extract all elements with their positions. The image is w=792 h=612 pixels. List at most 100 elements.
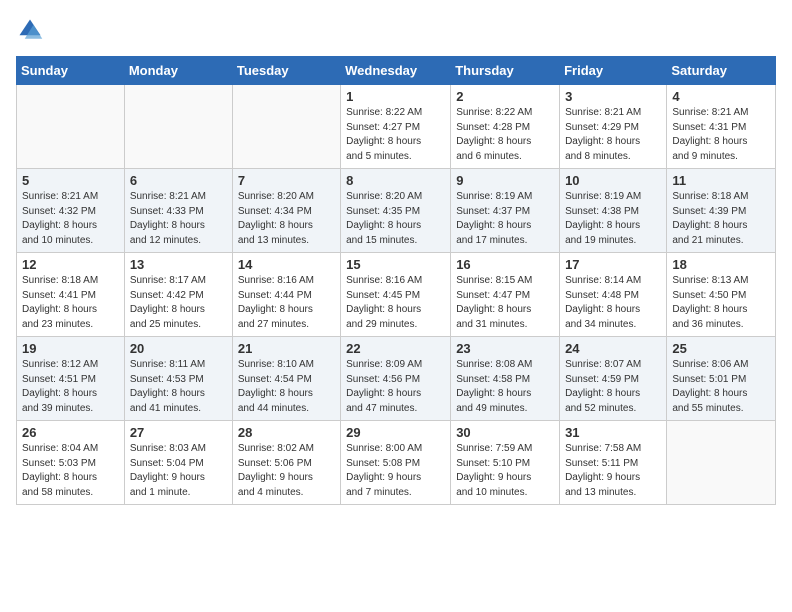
day-number: 25 bbox=[672, 341, 770, 356]
calendar-cell: 26 Sunrise: 8:04 AM Sunset: 5:03 PM Dayli… bbox=[17, 421, 125, 505]
calendar-cell bbox=[124, 85, 232, 169]
day-info: Sunrise: 8:08 AM Sunset: 4:58 PM Dayligh… bbox=[456, 358, 554, 416]
calendar-cell: 18 Sunrise: 8:13 AM Sunset: 4:50 PM Dayli… bbox=[667, 253, 776, 337]
day-number: 26 bbox=[22, 425, 119, 440]
day-info: Sunrise: 8:18 AM Sunset: 4:39 PM Dayligh… bbox=[672, 190, 770, 248]
calendar-cell bbox=[17, 85, 125, 169]
calendar-cell: 21 Sunrise: 8:10 AM Sunset: 4:54 PM Dayli… bbox=[232, 337, 340, 421]
col-header-friday: Friday bbox=[560, 57, 667, 85]
calendar-cell: 20 Sunrise: 8:11 AM Sunset: 4:53 PM Dayli… bbox=[124, 337, 232, 421]
day-number: 6 bbox=[130, 173, 227, 188]
calendar-cell: 10 Sunrise: 8:19 AM Sunset: 4:38 PM Dayli… bbox=[560, 169, 667, 253]
day-number: 20 bbox=[130, 341, 227, 356]
day-number: 28 bbox=[238, 425, 335, 440]
day-number: 27 bbox=[130, 425, 227, 440]
day-number: 10 bbox=[565, 173, 661, 188]
day-number: 11 bbox=[672, 173, 770, 188]
calendar-cell: 31Sunrise: 7:58 AM Sunset: 5:11 PM Dayli… bbox=[560, 421, 667, 505]
day-info: Sunrise: 8:16 AM Sunset: 4:44 PM Dayligh… bbox=[238, 274, 335, 332]
calendar-cell: 29 Sunrise: 8:00 AM Sunset: 5:08 PM Dayli… bbox=[341, 421, 451, 505]
col-header-tuesday: Tuesday bbox=[232, 57, 340, 85]
day-info: Sunrise: 8:06 AM Sunset: 5:01 PM Dayligh… bbox=[672, 358, 770, 416]
day-info: Sunrise: 7:58 AM Sunset: 5:11 PM Dayligh… bbox=[565, 442, 661, 500]
calendar-cell bbox=[232, 85, 340, 169]
calendar-week-row: 26 Sunrise: 8:04 AM Sunset: 5:03 PM Dayli… bbox=[17, 421, 776, 505]
calendar-cell: 4 Sunrise: 8:21 AM Sunset: 4:31 PM Daylig… bbox=[667, 85, 776, 169]
day-info: Sunrise: 8:09 AM Sunset: 4:56 PM Dayligh… bbox=[346, 358, 445, 416]
day-info: Sunrise: 8:02 AM Sunset: 5:06 PM Dayligh… bbox=[238, 442, 335, 500]
day-info: Sunrise: 8:19 AM Sunset: 4:37 PM Dayligh… bbox=[456, 190, 554, 248]
calendar-cell: 19Sunrise: 8:12 AM Sunset: 4:51 PM Dayli… bbox=[17, 337, 125, 421]
day-info: Sunrise: 8:17 AM Sunset: 4:42 PM Dayligh… bbox=[130, 274, 227, 332]
calendar-cell: 2 Sunrise: 8:22 AM Sunset: 4:28 PM Daylig… bbox=[451, 85, 560, 169]
col-header-saturday: Saturday bbox=[667, 57, 776, 85]
day-number: 15 bbox=[346, 257, 445, 272]
calendar-cell: 27Sunrise: 8:03 AM Sunset: 5:04 PM Dayli… bbox=[124, 421, 232, 505]
day-info: Sunrise: 8:21 AM Sunset: 4:31 PM Dayligh… bbox=[672, 106, 770, 164]
day-info: Sunrise: 8:14 AM Sunset: 4:48 PM Dayligh… bbox=[565, 274, 661, 332]
calendar-week-row: 19Sunrise: 8:12 AM Sunset: 4:51 PM Dayli… bbox=[17, 337, 776, 421]
calendar-cell: 23 Sunrise: 8:08 AM Sunset: 4:58 PM Dayli… bbox=[451, 337, 560, 421]
day-number: 18 bbox=[672, 257, 770, 272]
day-number: 30 bbox=[456, 425, 554, 440]
calendar-cell: 14Sunrise: 8:16 AM Sunset: 4:44 PM Dayli… bbox=[232, 253, 340, 337]
day-info: Sunrise: 8:21 AM Sunset: 4:33 PM Dayligh… bbox=[130, 190, 227, 248]
calendar-cell: 28 Sunrise: 8:02 AM Sunset: 5:06 PM Dayli… bbox=[232, 421, 340, 505]
day-info: Sunrise: 8:19 AM Sunset: 4:38 PM Dayligh… bbox=[565, 190, 661, 248]
day-info: Sunrise: 7:59 AM Sunset: 5:10 PM Dayligh… bbox=[456, 442, 554, 500]
calendar-cell: 3Sunrise: 8:21 AM Sunset: 4:29 PM Daylig… bbox=[560, 85, 667, 169]
day-info: Sunrise: 8:16 AM Sunset: 4:45 PM Dayligh… bbox=[346, 274, 445, 332]
calendar-header-row: SundayMondayTuesdayWednesdayThursdayFrid… bbox=[17, 57, 776, 85]
day-number: 24 bbox=[565, 341, 661, 356]
calendar-cell: 7 Sunrise: 8:20 AM Sunset: 4:34 PM Daylig… bbox=[232, 169, 340, 253]
day-info: Sunrise: 8:18 AM Sunset: 4:41 PM Dayligh… bbox=[22, 274, 119, 332]
day-number: 29 bbox=[346, 425, 445, 440]
day-info: Sunrise: 8:22 AM Sunset: 4:28 PM Dayligh… bbox=[456, 106, 554, 164]
col-header-monday: Monday bbox=[124, 57, 232, 85]
col-header-sunday: Sunday bbox=[17, 57, 125, 85]
day-number: 9 bbox=[456, 173, 554, 188]
calendar-cell bbox=[667, 421, 776, 505]
day-info: Sunrise: 8:20 AM Sunset: 4:34 PM Dayligh… bbox=[238, 190, 335, 248]
day-number: 13 bbox=[130, 257, 227, 272]
calendar-week-row: 5 Sunrise: 8:21 AM Sunset: 4:32 PM Daylig… bbox=[17, 169, 776, 253]
page-header bbox=[16, 16, 776, 44]
day-number: 22 bbox=[346, 341, 445, 356]
day-info: Sunrise: 8:12 AM Sunset: 4:51 PM Dayligh… bbox=[22, 358, 119, 416]
logo bbox=[16, 16, 48, 44]
calendar-cell: 8Sunrise: 8:20 AM Sunset: 4:35 PM Daylig… bbox=[341, 169, 451, 253]
calendar-cell: 22 Sunrise: 8:09 AM Sunset: 4:56 PM Dayli… bbox=[341, 337, 451, 421]
calendar-table: SundayMondayTuesdayWednesdayThursdayFrid… bbox=[16, 56, 776, 505]
day-info: Sunrise: 8:00 AM Sunset: 5:08 PM Dayligh… bbox=[346, 442, 445, 500]
day-number: 3 bbox=[565, 89, 661, 104]
calendar-cell: 30 Sunrise: 7:59 AM Sunset: 5:10 PM Dayli… bbox=[451, 421, 560, 505]
calendar-cell: 5 Sunrise: 8:21 AM Sunset: 4:32 PM Daylig… bbox=[17, 169, 125, 253]
calendar-week-row: 1 Sunrise: 8:22 AM Sunset: 4:27 PM Daylig… bbox=[17, 85, 776, 169]
day-info: Sunrise: 8:04 AM Sunset: 5:03 PM Dayligh… bbox=[22, 442, 119, 500]
day-number: 5 bbox=[22, 173, 119, 188]
day-info: Sunrise: 8:13 AM Sunset: 4:50 PM Dayligh… bbox=[672, 274, 770, 332]
day-info: Sunrise: 8:11 AM Sunset: 4:53 PM Dayligh… bbox=[130, 358, 227, 416]
day-number: 2 bbox=[456, 89, 554, 104]
col-header-wednesday: Wednesday bbox=[341, 57, 451, 85]
day-number: 23 bbox=[456, 341, 554, 356]
calendar-cell: 1 Sunrise: 8:22 AM Sunset: 4:27 PM Daylig… bbox=[341, 85, 451, 169]
day-info: Sunrise: 8:07 AM Sunset: 4:59 PM Dayligh… bbox=[565, 358, 661, 416]
day-info: Sunrise: 8:22 AM Sunset: 4:27 PM Dayligh… bbox=[346, 106, 445, 164]
day-number: 21 bbox=[238, 341, 335, 356]
calendar-cell: 6 Sunrise: 8:21 AM Sunset: 4:33 PM Daylig… bbox=[124, 169, 232, 253]
logo-icon bbox=[16, 16, 44, 44]
day-info: Sunrise: 8:10 AM Sunset: 4:54 PM Dayligh… bbox=[238, 358, 335, 416]
day-number: 17 bbox=[565, 257, 661, 272]
day-number: 4 bbox=[672, 89, 770, 104]
calendar-cell: 12Sunrise: 8:18 AM Sunset: 4:41 PM Dayli… bbox=[17, 253, 125, 337]
calendar-cell: 9 Sunrise: 8:19 AM Sunset: 4:37 PM Daylig… bbox=[451, 169, 560, 253]
day-number: 7 bbox=[238, 173, 335, 188]
calendar-cell: 11 Sunrise: 8:18 AM Sunset: 4:39 PM Dayli… bbox=[667, 169, 776, 253]
calendar-cell: 24 Sunrise: 8:07 AM Sunset: 4:59 PM Dayli… bbox=[560, 337, 667, 421]
day-number: 1 bbox=[346, 89, 445, 104]
day-info: Sunrise: 8:20 AM Sunset: 4:35 PM Dayligh… bbox=[346, 190, 445, 248]
calendar-cell: 25 Sunrise: 8:06 AM Sunset: 5:01 PM Dayli… bbox=[667, 337, 776, 421]
day-info: Sunrise: 8:21 AM Sunset: 4:32 PM Dayligh… bbox=[22, 190, 119, 248]
calendar-cell: 15 Sunrise: 8:16 AM Sunset: 4:45 PM Dayli… bbox=[341, 253, 451, 337]
